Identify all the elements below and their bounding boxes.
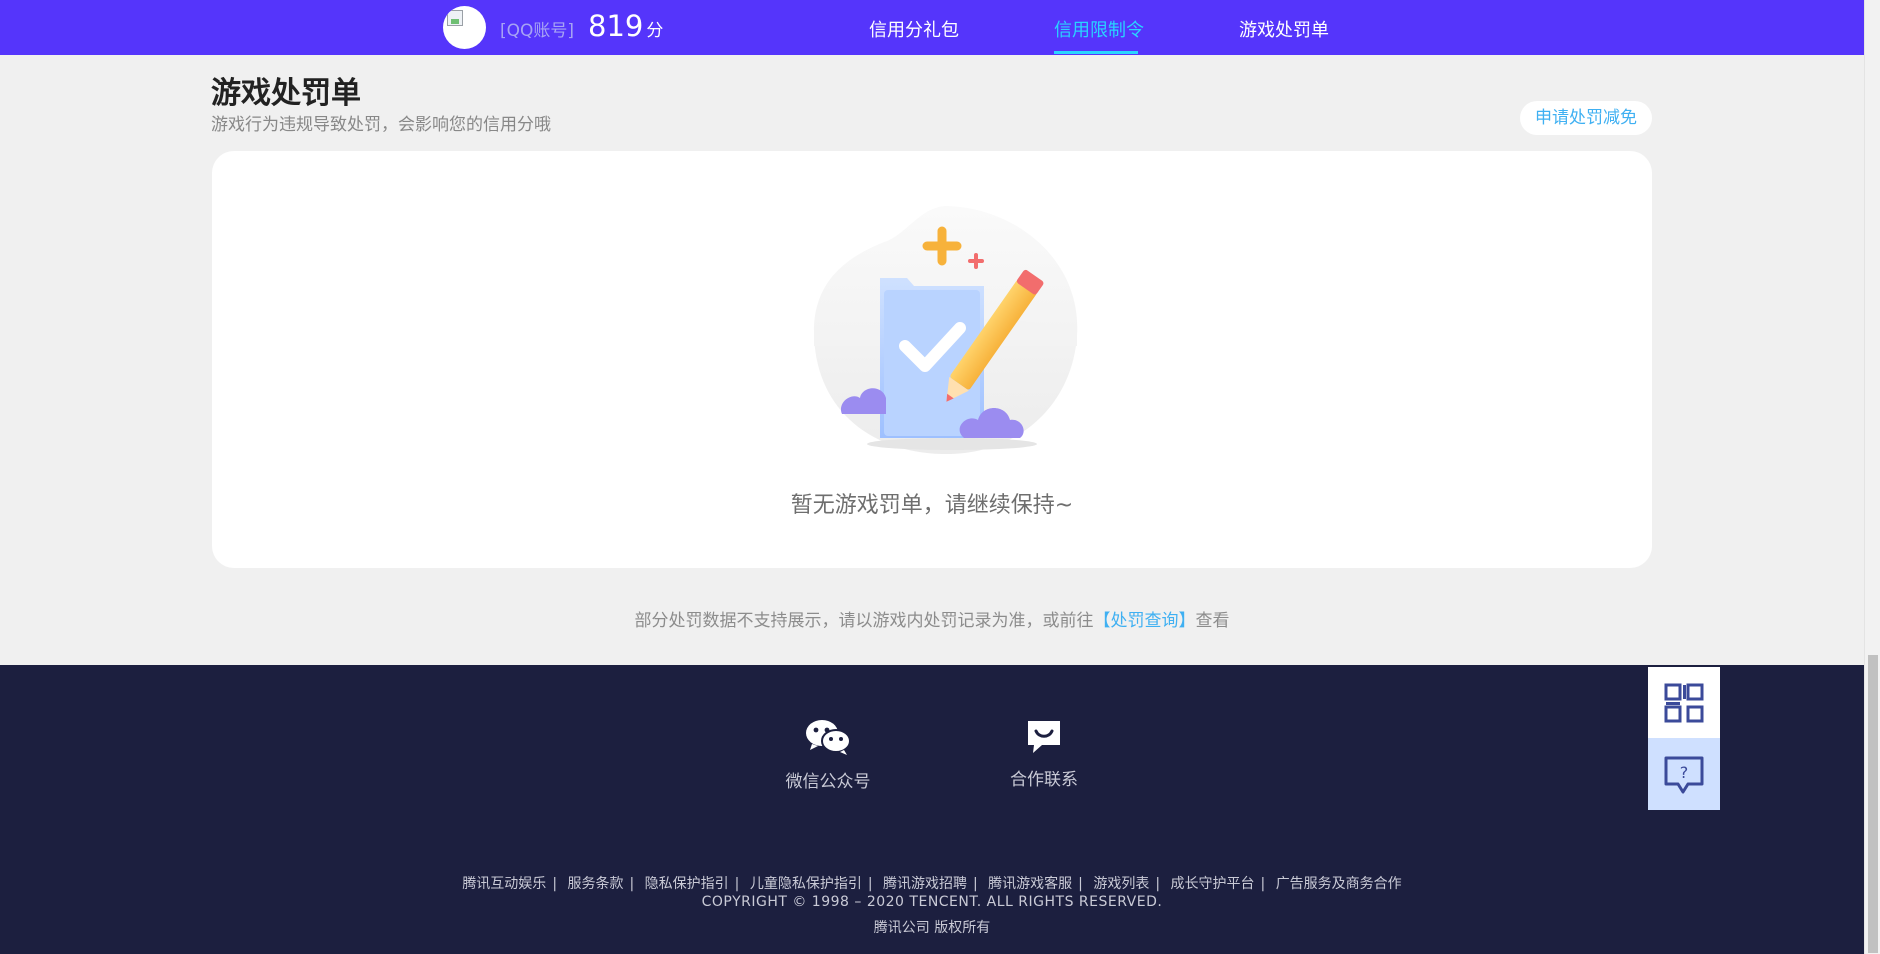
penalty-note-text: 部分处罚数据不支持展示，请以游戏内处罚记录为准，或前往 — [634, 611, 1094, 631]
help-feedback-button[interactable]: ? — [1648, 739, 1720, 810]
empty-state-illustration-icon — [814, 206, 1078, 455]
footer-links: 腾讯互动娱乐 | 服务条款 | 隐私保护指引 | 儿童隐私保护指引 | 腾讯游戏招聘 | … — [462, 876, 1402, 892]
credit-score-value: 819 — [588, 9, 644, 43]
business-contact-label: 合作联系 — [1010, 770, 1078, 790]
wechat-official-account-label: 微信公众号 — [785, 772, 871, 792]
footer-link-terms[interactable]: 服务条款 — [567, 876, 623, 892]
broken-image-icon — [447, 10, 463, 26]
company-text: 腾讯公司 版权所有 — [873, 920, 991, 936]
footer-link-child-privacy[interactable]: 儿童隐私保护指引 — [750, 876, 862, 892]
message-icon — [1028, 721, 1060, 753]
svg-text:?: ? — [1680, 763, 1689, 782]
user-avatar[interactable] — [443, 6, 486, 49]
account-label: [QQ账号] — [500, 21, 575, 41]
footer-link-game-list[interactable]: 游戏列表 — [1093, 876, 1149, 892]
nav-credit-restriction[interactable]: 信用限制令 — [1054, 16, 1144, 42]
penalty-query-link[interactable]: 【处罚查询】 — [1094, 611, 1196, 631]
nav-credit-gift[interactable]: 信用分礼包 — [869, 16, 959, 42]
penalty-note: 部分处罚数据不支持展示，请以游戏内处罚记录为准，或前往【处罚查询】查看 — [0, 606, 1864, 631]
footer-link-jobs[interactable]: 腾讯游戏招聘 — [883, 876, 967, 892]
help-question-icon: ? — [1664, 756, 1704, 794]
credit-score-unit: 分 — [646, 21, 664, 41]
active-nav-indicator — [1054, 51, 1138, 54]
apply-penalty-reduction-button[interactable]: 申请处罚减免 — [1520, 101, 1652, 135]
empty-state-text: 暂无游戏罚单，请继续保持~ — [790, 493, 1074, 518]
footer-link-guardian[interactable]: 成长守护平台 — [1171, 876, 1255, 892]
business-contact-link[interactable]: 合作联系 — [984, 717, 1104, 790]
site-footer: 微信公众号 合作联系 腾讯互动娱乐 | 服务条款 | 隐私保护指引 | 儿童隐私保护指… — [0, 665, 1864, 954]
footer-link-support[interactable]: 腾讯游戏客服 — [988, 876, 1072, 892]
qr-code-button[interactable] — [1648, 667, 1720, 738]
page-scrollbar[interactable] — [1864, 0, 1880, 954]
footer-link-privacy[interactable]: 隐私保护指引 — [645, 876, 729, 892]
penalty-note-suffix: 查看 — [1195, 611, 1230, 631]
footer-link-tencent-ent[interactable]: 腾讯互动娱乐 — [462, 876, 546, 892]
page-subtitle: 游戏行为违规导致处罚，会影响您的信用分哦 — [211, 115, 551, 135]
footer-link-ads[interactable]: 广告服务及商务合作 — [1276, 876, 1402, 892]
side-float-toolbar: ? — [1648, 667, 1720, 810]
qr-code-icon — [1664, 683, 1704, 723]
page-title: 游戏处罚单 — [211, 76, 361, 111]
page-scrollbar-thumb[interactable] — [1868, 655, 1878, 953]
nav-game-penalty[interactable]: 游戏处罚单 — [1239, 16, 1329, 42]
top-nav-bar: [QQ账号] 819 分 信用分礼包 信用限制令 游戏处罚单 — [0, 0, 1864, 55]
wechat-official-account-link[interactable]: 微信公众号 — [768, 717, 888, 792]
copyright-text: COPYRIGHT © 1998 – 2020 TENCENT. ALL RIG… — [701, 894, 1163, 910]
credit-score: 819 分 — [588, 9, 663, 43]
wechat-icon — [806, 720, 851, 755]
penalty-list-card: 暂无游戏罚单，请继续保持~ — [212, 151, 1652, 568]
